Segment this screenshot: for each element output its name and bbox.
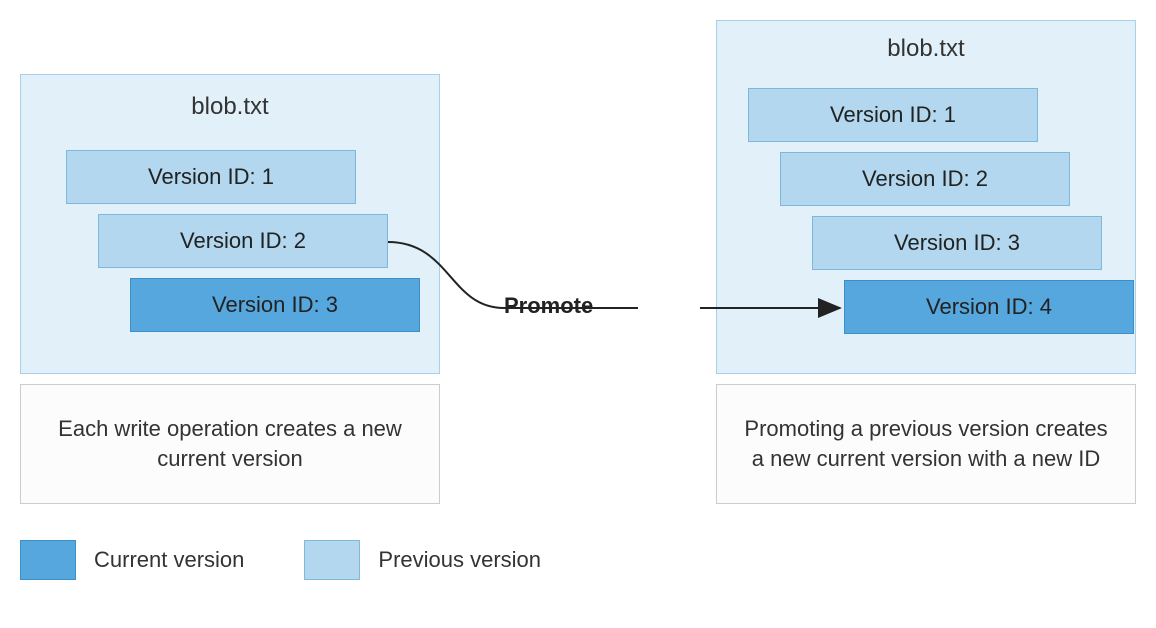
left-caption: Each write operation creates a new curre…: [20, 384, 440, 504]
legend-swatch-current: [20, 540, 76, 580]
right-version-4-current: Version ID: 4: [844, 280, 1134, 334]
right-version-3: Version ID: 3: [812, 216, 1102, 270]
left-version-2: Version ID: 2: [98, 214, 388, 268]
left-blob-title: blob.txt: [21, 93, 439, 121]
legend-label-previous: Previous version: [378, 547, 541, 573]
legend-label-current: Current version: [94, 547, 244, 573]
left-version-1: Version ID: 1: [66, 150, 356, 204]
legend-swatch-previous: [304, 540, 360, 580]
right-caption: Promoting a previous version creates a n…: [716, 384, 1136, 504]
right-version-1: Version ID: 1: [748, 88, 1038, 142]
promote-label: Promote: [504, 293, 593, 319]
legend: Current version Previous version: [20, 540, 541, 580]
right-version-2: Version ID: 2: [780, 152, 1070, 206]
right-blob-title: blob.txt: [717, 35, 1135, 63]
left-version-3-current: Version ID: 3: [130, 278, 420, 332]
versioning-diagram: blob.txt Version ID: 1 Version ID: 2 Ver…: [20, 20, 1136, 608]
